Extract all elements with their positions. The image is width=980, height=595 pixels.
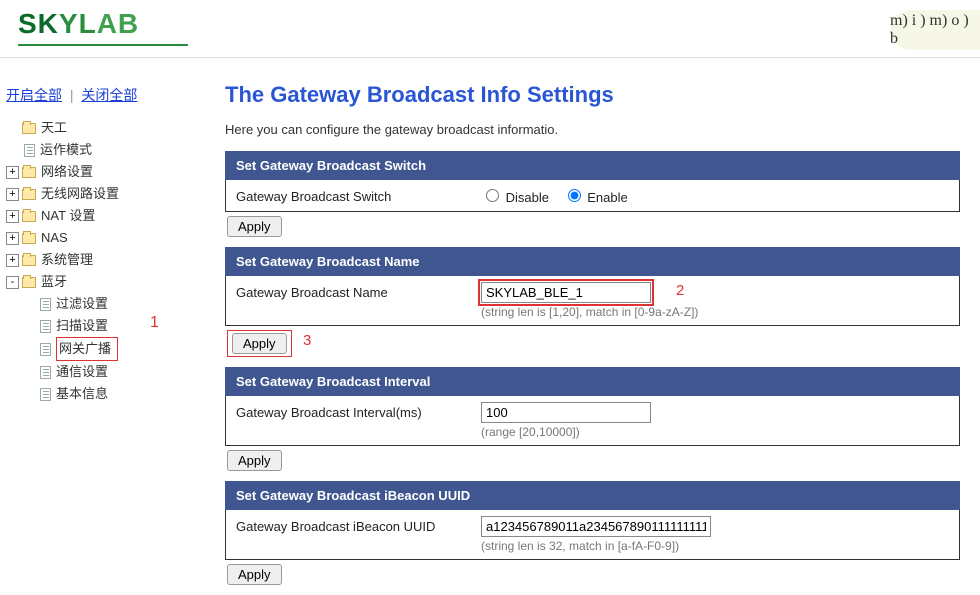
folder-icon — [22, 255, 36, 266]
section-body-interval: Gateway Broadcast Interval(ms) (range [2… — [225, 396, 960, 446]
callout-2: 2 — [676, 282, 684, 299]
apply-switch-button[interactable]: Apply — [227, 216, 282, 237]
callout-1: 1 — [150, 314, 159, 332]
hint-name: (string len is [1,20], match in [0-9a-zA… — [481, 305, 949, 319]
section-body-uuid: Gateway Broadcast iBeacon UUID (string l… — [225, 510, 960, 560]
label-interval: Gateway Broadcast Interval(ms) — [236, 402, 481, 420]
radio-enable-text: Enable — [587, 190, 627, 205]
tree-label: 天工 — [41, 117, 67, 139]
hint-uuid: (string len is 32, match in [a-fA-F0-9]) — [481, 539, 949, 553]
expand-icon[interactable]: + — [6, 166, 19, 179]
label-name: Gateway Broadcast Name — [236, 282, 481, 300]
tree-item-scan[interactable]: 扫描设置 — [6, 315, 192, 337]
close-all-link[interactable]: 关闭全部 — [81, 87, 137, 103]
tree-item-network[interactable]: + 网络设置 — [6, 161, 192, 183]
expand-icon[interactable]: + — [6, 254, 19, 267]
logo: SKYLAB — [18, 8, 139, 40]
callout-3: 3 — [303, 332, 311, 349]
section-body-name: Gateway Broadcast Name 2 (string len is … — [225, 276, 960, 326]
apply-uuid-button[interactable]: Apply — [227, 564, 282, 585]
expand-icon[interactable]: + — [6, 188, 19, 201]
folder-icon — [22, 211, 36, 222]
folder-icon — [22, 167, 36, 178]
apply-name-button[interactable]: Apply — [232, 333, 287, 354]
tree-label: 基本信息 — [56, 383, 108, 405]
radio-disable[interactable] — [486, 189, 499, 202]
folder-icon — [22, 277, 36, 288]
tree-label: 网关广播 — [56, 337, 118, 361]
tree-item-nas[interactable]: + NAS — [6, 227, 192, 249]
tree-label: NAS — [41, 227, 68, 249]
doc-icon — [24, 144, 35, 157]
label-uuid: Gateway Broadcast iBeacon UUID — [236, 516, 481, 534]
expand-icon[interactable]: + — [6, 232, 19, 245]
tree-label: 系统管理 — [41, 249, 93, 271]
radio-disable-label[interactable]: Disable — [481, 190, 549, 205]
tree-item-mode[interactable]: 运作模式 — [6, 139, 192, 161]
section-header-switch: Set Gateway Broadcast Switch — [225, 151, 960, 180]
mimo-badge: m) i ) m) o ) b — [890, 10, 980, 50]
radio-enable[interactable] — [568, 189, 581, 202]
topbar: SKYLAB m) i ) m) o ) b — [0, 0, 980, 58]
folder-icon — [22, 189, 36, 200]
expand-icon[interactable]: + — [6, 210, 19, 223]
section-header-interval: Set Gateway Broadcast Interval — [225, 367, 960, 396]
page-subtitle: Here you can configure the gateway broad… — [225, 122, 960, 137]
tree-label: 扫描设置 — [56, 315, 108, 337]
folder-icon — [22, 123, 36, 134]
hint-interval: (range [20,10000]) — [481, 425, 949, 439]
tree-label: 过滤设置 — [56, 293, 108, 315]
doc-icon — [40, 298, 51, 311]
tree-label: 通信设置 — [56, 361, 108, 383]
tree-label: 运作模式 — [40, 139, 92, 161]
section-body-switch: Gateway Broadcast Switch Disable Enable — [225, 180, 960, 212]
separator: | — [70, 87, 74, 103]
doc-icon — [40, 388, 51, 401]
tree-item-tiangong[interactable]: 天工 — [6, 117, 192, 139]
tree-label: NAT 设置 — [41, 205, 95, 227]
tree-label: 网络设置 — [41, 161, 93, 183]
tree-item-basic[interactable]: 基本信息 — [6, 383, 192, 405]
tree-label: 蓝牙 — [41, 271, 67, 293]
collapse-icon[interactable]: - — [6, 276, 19, 289]
radio-enable-label[interactable]: Enable — [563, 190, 628, 205]
tree-controls: 开启全部 | 关闭全部 — [6, 85, 192, 105]
input-broadcast-name[interactable] — [481, 282, 651, 303]
tree-label: 无线网路设置 — [41, 183, 119, 205]
apply-interval-button[interactable]: Apply — [227, 450, 282, 471]
sidebar: 开启全部 | 关闭全部 天工 运作模式 + 网络设置 + 无线网路设置 + NA… — [0, 60, 200, 405]
section-header-uuid: Set Gateway Broadcast iBeacon UUID — [225, 481, 960, 510]
folder-icon — [22, 233, 36, 244]
tree-item-filter[interactable]: 过滤设置 — [6, 293, 192, 315]
input-broadcast-interval[interactable] — [481, 402, 651, 423]
label-switch: Gateway Broadcast Switch — [236, 186, 481, 204]
doc-icon — [40, 343, 51, 356]
page-title: The Gateway Broadcast Info Settings — [225, 82, 960, 108]
tree-item-bluetooth[interactable]: - 蓝牙 — [6, 271, 192, 293]
main-content: The Gateway Broadcast Info Settings Here… — [215, 60, 980, 595]
logo-underline — [18, 44, 188, 46]
tree-item-comm[interactable]: 通信设置 — [6, 361, 192, 383]
radio-disable-text: Disable — [506, 190, 549, 205]
tree-item-broadcast[interactable]: 网关广播 — [6, 337, 192, 361]
input-ibeacon-uuid[interactable] — [481, 516, 711, 537]
section-header-name: Set Gateway Broadcast Name — [225, 247, 960, 276]
tree-item-wireless[interactable]: + 无线网路设置 — [6, 183, 192, 205]
doc-icon — [40, 320, 51, 333]
nav-tree: 天工 运作模式 + 网络设置 + 无线网路设置 + NAT 设置 + NAS + — [6, 117, 192, 405]
open-all-link[interactable]: 开启全部 — [6, 87, 62, 103]
doc-icon — [40, 366, 51, 379]
tree-item-nat[interactable]: + NAT 设置 — [6, 205, 192, 227]
tree-item-system[interactable]: + 系统管理 — [6, 249, 192, 271]
